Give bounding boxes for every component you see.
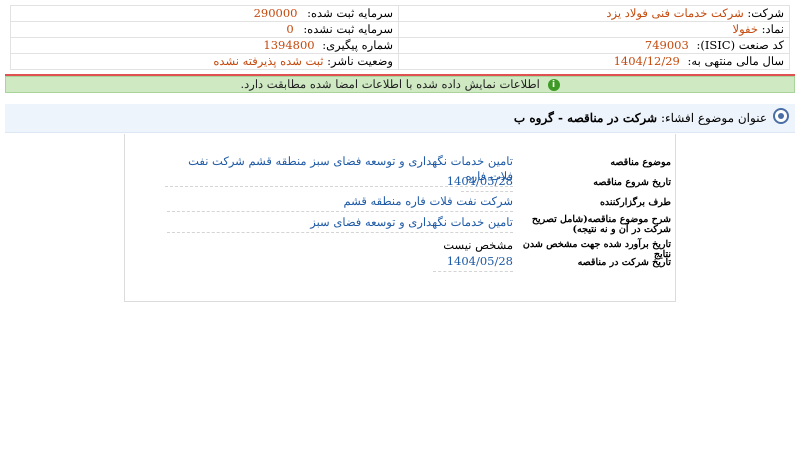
company-label: شرکت:: [747, 6, 784, 21]
disclosure-subject-bar: عنوان موضوع افشاء: شرکت در مناقصه - گروه…: [5, 104, 795, 133]
detail-value: 1404/05/28: [447, 174, 513, 192]
tracking-cell: شماره پیگیری: 1394800: [10, 37, 399, 54]
detail-label: شرح موضوع مناقصه(شامل تصریح شرکت در آن و…: [531, 214, 671, 235]
tender-details-panel: موضوع مناقصه تامین خدمات نگهداری و توسعه…: [124, 134, 676, 302]
unregistered-capital-label: سرمایه ثبت نشده:: [303, 22, 393, 37]
info-icon: i: [547, 79, 560, 91]
publisher-status-value: ثبت شده پذیرفته نشده: [213, 54, 324, 69]
notice-text: اطلاعات نمایش داده شده با اطلاعات امضا ش…: [240, 77, 540, 91]
company-info-table: شرکت: شرکت خدمات فنی فولاد یزد سرمایه ثب…: [10, 5, 790, 70]
detail-label: موضوع مناقصه: [610, 157, 671, 168]
detail-value: 1404/05/28: [433, 254, 513, 272]
tracking-value: 1394800: [263, 38, 315, 53]
symbol-label: نماد:: [761, 22, 784, 37]
company-value: شرکت خدمات فنی فولاد یزد: [606, 6, 744, 21]
subject-value: شرکت در مناقصه - گروه ب: [513, 111, 658, 125]
detail-label: تاریخ شرکت در مناقصه: [577, 257, 671, 268]
isic-label: کد صنعت (ISIC):: [696, 38, 784, 53]
isic-value: 749003: [644, 38, 689, 53]
symbol-value: خفولا: [732, 22, 758, 37]
registered-capital-label: سرمایه ثبت شده:: [307, 6, 393, 21]
isic-cell: کد صنعت (ISIC): 749003: [398, 37, 790, 54]
detail-value: تامین خدمات نگهداری و توسعه فضای سبز: [167, 215, 513, 233]
company-cell: شرکت: شرکت خدمات فنی فولاد یزد: [398, 5, 790, 22]
detail-value: شرکت نفت فلات فاره منطقه قشم: [167, 194, 513, 212]
target-icon: [769, 108, 793, 124]
registered-capital-cell: سرمایه ثبت شده: 290000: [10, 5, 399, 22]
detail-value: مشخص نیست: [443, 238, 513, 252]
tracking-label: شماره پیگیری:: [322, 38, 393, 53]
publisher-status-cell: وضعیت ناشر: ثبت شده پذیرفته نشده: [10, 53, 399, 70]
signature-match-notice: i اطلاعات نمایش داده شده با اطلاعات امضا…: [5, 76, 795, 93]
symbol-cell: نماد: خفولا: [398, 21, 790, 38]
fiscal-year-cell: سال مالی منتهی به: 1404/12/29: [398, 53, 790, 70]
fiscal-year-label: سال مالی منتهی به:: [687, 54, 784, 69]
unregistered-capital-cell: سرمایه ثبت نشده: 0: [10, 21, 399, 38]
fiscal-year-value: 1404/12/29: [613, 54, 680, 69]
detail-label: طرف برگزارکننده: [599, 197, 671, 208]
registered-capital-value: 290000: [253, 6, 298, 21]
subject-label: عنوان موضوع افشاء:: [660, 111, 767, 125]
detail-label: تاریخ شروع مناقصه: [593, 177, 671, 188]
disclosure-subject: عنوان موضوع افشاء: شرکت در مناقصه - گروه…: [514, 110, 767, 126]
unregistered-capital-value: 0: [286, 22, 294, 37]
publisher-status-label: وضعیت ناشر:: [327, 54, 393, 69]
